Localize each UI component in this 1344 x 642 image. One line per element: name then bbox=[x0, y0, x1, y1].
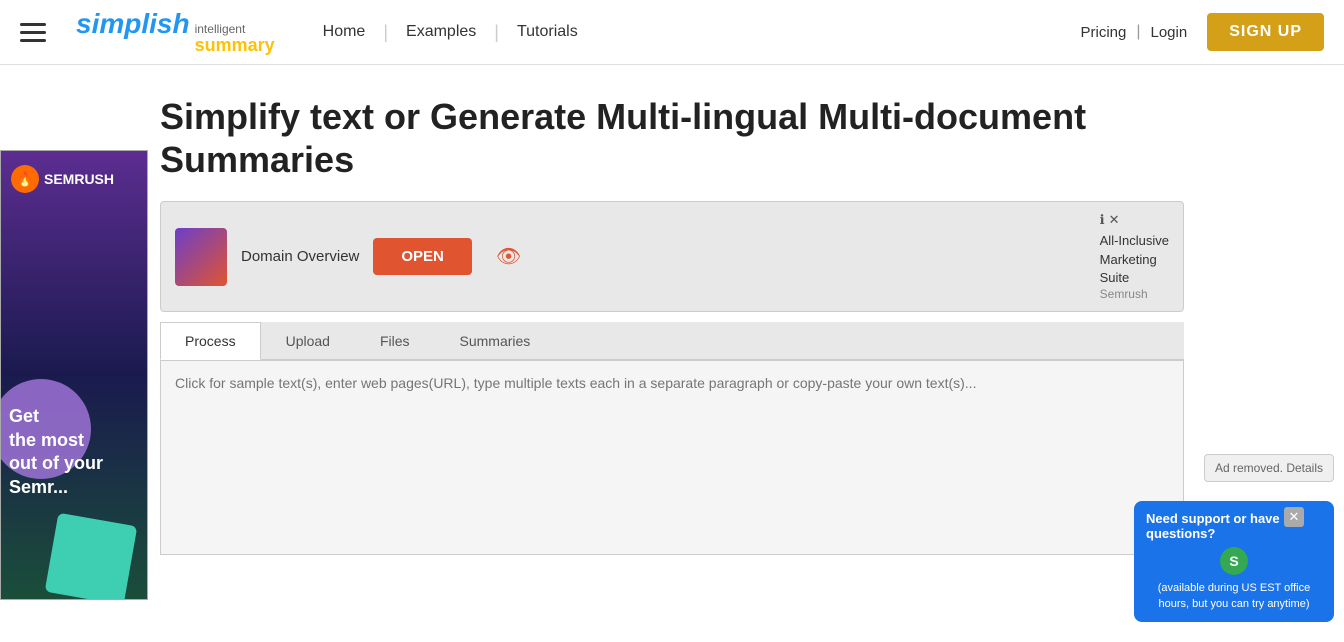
nav-home[interactable]: Home bbox=[305, 23, 384, 41]
info-icon[interactable]: ℹ bbox=[1100, 212, 1105, 228]
ad-removed-notice: Ad removed. Details bbox=[1204, 454, 1334, 482]
pricing-link[interactable]: Pricing bbox=[1080, 24, 1126, 41]
tabs-bar: Process Upload Files Summaries bbox=[160, 322, 1184, 360]
hero-section: Simplify text or Generate Multi-lingual … bbox=[0, 65, 1344, 191]
signup-button[interactable]: SIGN UP bbox=[1207, 13, 1324, 51]
support-close-button[interactable]: ✕ bbox=[1284, 507, 1304, 527]
header-left: simplish intelligent summary Home | Exam… bbox=[20, 8, 596, 56]
shape-teal bbox=[45, 513, 138, 600]
logo-simplish: simplish bbox=[76, 8, 190, 40]
semrush-logo-area: 🔥 SEMRUSH bbox=[11, 165, 114, 193]
logo-text-block: intelligent summary bbox=[195, 23, 275, 56]
tab-summaries[interactable]: Summaries bbox=[435, 322, 556, 359]
ad-open-button[interactable]: OPEN bbox=[373, 238, 472, 275]
ad-thumbnail bbox=[175, 228, 227, 286]
main-nav: Home | Examples | Tutorials bbox=[305, 22, 596, 43]
hero-title: Simplify text or Generate Multi-lingual … bbox=[160, 95, 1184, 181]
ad-removed-text: Ad removed. Details bbox=[1215, 461, 1323, 475]
semrush-logo: 🔥 SEMRUSH bbox=[11, 165, 114, 193]
text-input-wrapper bbox=[160, 360, 1184, 555]
tab-process[interactable]: Process bbox=[160, 322, 261, 360]
ad-banner-right: ℹ ✕ All-InclusiveMarketingSuite Semrush bbox=[1100, 212, 1169, 301]
tab-files[interactable]: Files bbox=[355, 322, 435, 359]
logo-intelligent: intelligent bbox=[195, 23, 246, 35]
logo-summary: summary bbox=[195, 35, 275, 56]
hamburger-menu[interactable] bbox=[20, 23, 46, 42]
ad-banner: Domain Overview OPEN 👁 ℹ ✕ All-Inclusive… bbox=[160, 201, 1184, 312]
semrush-name: SEMRUSH bbox=[44, 171, 114, 187]
left-ad-text: Getthe mostout of yourSemr... bbox=[9, 405, 103, 499]
semrush-icon: 🔥 bbox=[11, 165, 39, 193]
nav-tutorials[interactable]: Tutorials bbox=[499, 23, 596, 41]
ad-right-text: All-InclusiveMarketingSuite bbox=[1100, 232, 1169, 287]
tab-upload[interactable]: Upload bbox=[261, 322, 355, 359]
support-avatar: S bbox=[1220, 547, 1248, 575]
left-ad-banner: 🔥 SEMRUSH Getthe mostout of yourSemr... bbox=[0, 150, 148, 600]
login-link[interactable]: Login bbox=[1151, 24, 1188, 41]
text-input[interactable] bbox=[175, 375, 1169, 535]
eye-icon[interactable]: 👁 bbox=[496, 244, 521, 269]
top-sep-1: | bbox=[1136, 23, 1140, 41]
support-subtext: (available during US EST office hours, b… bbox=[1146, 581, 1322, 612]
header: simplish intelligent summary Home | Exam… bbox=[0, 0, 1344, 65]
ad-right-brand: Semrush bbox=[1100, 287, 1148, 301]
nav-examples[interactable]: Examples bbox=[388, 23, 494, 41]
ad-label: Domain Overview bbox=[241, 248, 359, 265]
main-content bbox=[160, 360, 1184, 555]
close-ad-icon[interactable]: ✕ bbox=[1109, 212, 1120, 228]
header-right: Pricing | Login SIGN UP bbox=[1080, 13, 1324, 51]
support-chat-widget: ✕ Need support or have questions? S (ava… bbox=[1134, 501, 1334, 622]
logo[interactable]: simplish intelligent summary bbox=[76, 8, 275, 56]
ad-banner-left: Domain Overview OPEN 👁 bbox=[175, 228, 521, 286]
ad-right-icons: ℹ ✕ bbox=[1100, 212, 1120, 228]
